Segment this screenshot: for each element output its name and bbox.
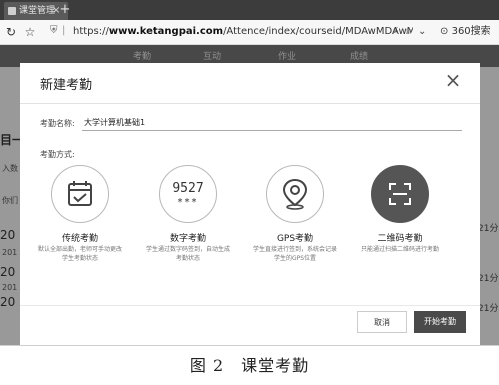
figure-caption: 图 2 课堂考勤 bbox=[189, 356, 310, 375]
chevron-down-icon[interactable]: ⌄ bbox=[418, 23, 426, 41]
search-engine-box[interactable]: ⊙ 360搜索 bbox=[440, 23, 491, 41]
mode-digit[interactable]: 9527 *** 数字考勤 学生通过数字码签到，自动生成考勤状态 bbox=[144, 165, 234, 275]
divider bbox=[20, 103, 480, 104]
mode-name: GPS考勤 bbox=[276, 234, 314, 244]
mode-name: 传统考勤 bbox=[61, 234, 98, 244]
lightning-icon[interactable]: ⚡ bbox=[392, 23, 399, 41]
calendar-check-icon bbox=[68, 181, 92, 206]
attendance-name-field[interactable] bbox=[82, 114, 462, 131]
tab-title: 课堂管理 bbox=[19, 6, 56, 16]
mode-icon-circle[interactable] bbox=[371, 165, 429, 223]
mode-traditional[interactable]: 传统考勤 默认全部出勤，老师可手动更改学生考勤状态 bbox=[36, 165, 126, 275]
address-toolbar: ↻ ☆ ⛨ | https://www.ketangpai.com/Attenc… bbox=[0, 20, 499, 45]
mode-description: 学生直接进行签到，系统会记录学生的GPS位置 bbox=[253, 246, 338, 262]
digit-code-stars: *** bbox=[177, 197, 199, 208]
qr-scan-icon bbox=[389, 183, 411, 205]
star-icon[interactable]: ☆ bbox=[22, 23, 38, 41]
refresh-icon[interactable]: ↻ bbox=[3, 23, 19, 41]
start-attendance-button[interactable]: 开始考勤 bbox=[414, 311, 466, 333]
mode-icon-circle[interactable] bbox=[266, 165, 324, 223]
new-attendance-dialog: 新建考勤 × 考勤名称: 考勤方式: 传统考勤 默认全部出勤，老师可手动更改学生… bbox=[20, 63, 480, 345]
search-icon: ⊙ bbox=[440, 26, 449, 37]
mode-gps[interactable]: GPS考勤 学生直接进行签到，系统会记录学生的GPS位置 bbox=[251, 165, 341, 275]
close-icon[interactable]: × bbox=[442, 69, 464, 91]
new-tab-button[interactable]: + bbox=[58, 2, 72, 18]
bookmark-star-icon[interactable]: ☆ bbox=[404, 23, 413, 41]
mode-icon-circle[interactable] bbox=[51, 165, 109, 223]
mode-qrcode[interactable]: 二维码考勤 只能通过扫描二维码进行考勤 bbox=[356, 165, 446, 275]
tab-bar: 课堂管理 × + bbox=[0, 0, 499, 20]
mode-name: 二维码考勤 bbox=[377, 234, 423, 244]
attendance-name-label: 考勤名称: bbox=[40, 119, 75, 128]
cancel-button[interactable]: 取消 bbox=[357, 311, 407, 333]
mode-description: 只能通过扫描二维码进行考勤 bbox=[360, 246, 439, 253]
address-bar[interactable]: ⛨ | https://www.ketangpai.com/Attence/in… bbox=[42, 23, 413, 41]
map-pin-icon bbox=[282, 178, 308, 210]
browser-window: 课堂管理 × + ↻ ☆ ⛨ | https://www.ketangpai.c… bbox=[0, 0, 499, 346]
divider bbox=[20, 305, 480, 306]
url-text[interactable]: https://www.ketangpai.com/Attence/index/… bbox=[73, 23, 413, 41]
mode-description: 默认全部出勤，老师可手动更改学生考勤状态 bbox=[38, 246, 123, 262]
mode-name: 数字考勤 bbox=[169, 234, 206, 244]
shield-icon: ⛨ bbox=[50, 25, 58, 36]
favicon-icon bbox=[8, 7, 16, 15]
mode-icon-circle[interactable]: 9527 *** bbox=[159, 165, 217, 223]
digit-code-text: 9527 bbox=[172, 181, 204, 196]
dialog-title: 新建考勤 bbox=[40, 78, 93, 93]
mode-description: 学生通过数字码签到，自动生成考勤状态 bbox=[146, 246, 231, 262]
attendance-mode-label: 考勤方式: bbox=[40, 150, 75, 159]
divider: | bbox=[62, 25, 66, 36]
